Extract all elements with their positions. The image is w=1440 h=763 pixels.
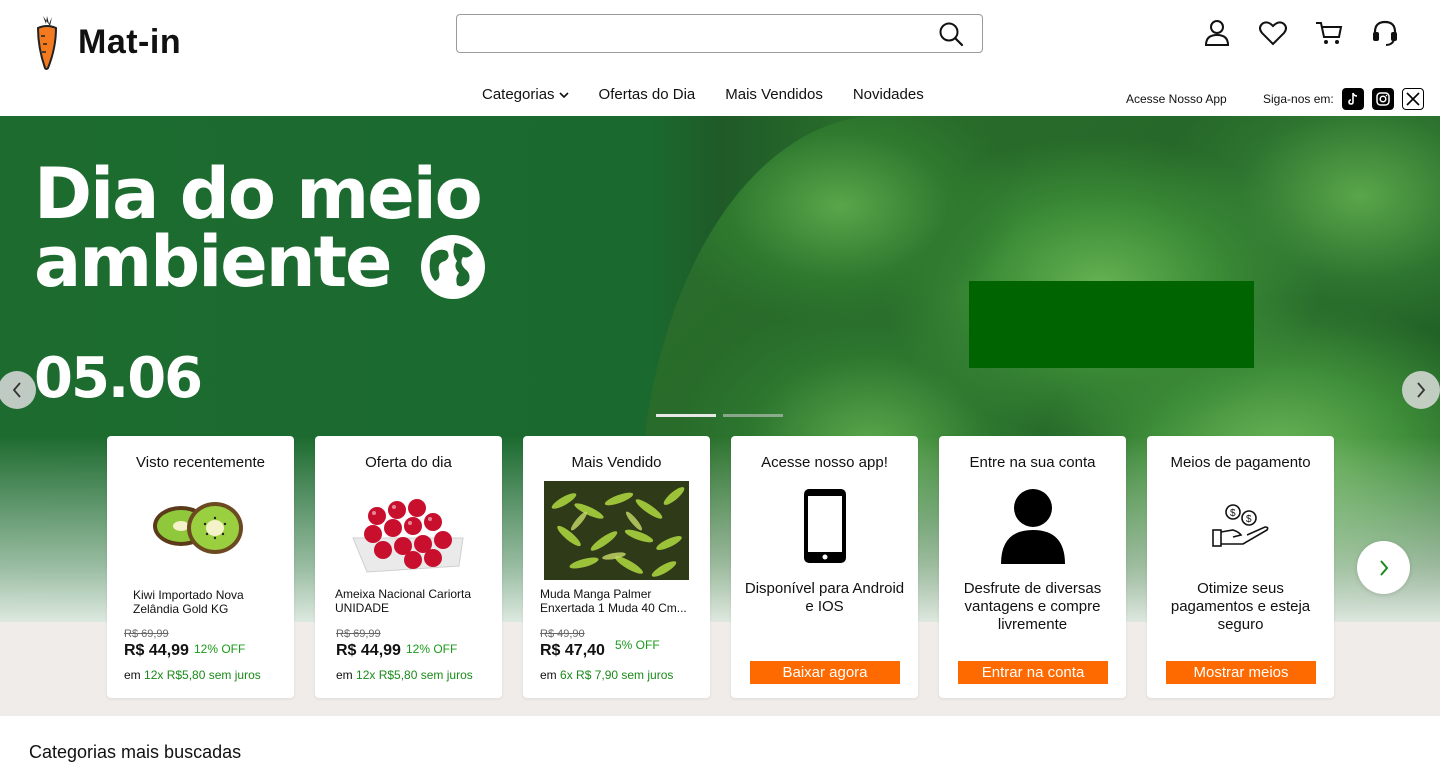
svg-text:$: $ (1246, 514, 1252, 525)
discount-badge: 12% OFF (194, 642, 246, 656)
logo-text: Mat-in (78, 22, 182, 61)
product-name[interactable]: Kiwi Importado Nova Zelândia Gold KG (133, 588, 283, 616)
app-link[interactable]: Acesse Nosso App (1126, 92, 1227, 106)
nav-novidades[interactable]: Novidades (853, 86, 924, 103)
price: R$ 47,40 (540, 642, 605, 659)
search-bar (456, 14, 983, 53)
product-name[interactable]: Muda Manga Palmer Enxertada 1 Muda 40 Cm… (540, 587, 700, 615)
chevron-down-icon (558, 91, 569, 98)
kiwi-image (153, 502, 243, 554)
card-mais-vendido[interactable]: Mais Vendido Muda Manga Palmer Enxertada… (523, 436, 710, 698)
card-acesse-app[interactable]: Acesse nosso app! Disponível para Androi… (731, 436, 918, 698)
discount-badge: 5% OFF (615, 638, 660, 652)
hero-green-box (969, 281, 1254, 368)
svg-text:$: $ (1230, 508, 1236, 519)
search-input[interactable] (467, 15, 927, 49)
header: Mat-in (0, 0, 1440, 72)
instagram-icon[interactable] (1371, 88, 1394, 110)
search-icon[interactable] (938, 21, 964, 47)
card-description: Desfrute de diversas vantagens e compre … (963, 580, 1102, 633)
smartphone-icon (804, 489, 846, 563)
cards-next-button[interactable] (1357, 541, 1410, 594)
heart-icon[interactable] (1258, 18, 1288, 48)
hero-title: Dia do meio ambiente (34, 159, 487, 301)
card-title: Entre na sua conta (969, 454, 1096, 471)
installments: em 12x R$5,80 sem juros (124, 668, 261, 682)
card-title: Acesse nosso app! (761, 454, 888, 471)
plums-image (352, 499, 464, 573)
installments: em 6x R$ 7,90 sem juros (540, 668, 674, 682)
header-actions (1202, 18, 1400, 48)
payment-hand-icon: $ $ (1212, 504, 1269, 547)
old-price: R$ 69,99 (124, 628, 169, 640)
carousel-dot-1[interactable] (656, 414, 716, 417)
user-icon[interactable] (1202, 18, 1232, 48)
price: R$ 44,99 (336, 642, 401, 659)
card-description: Disponível para Android e IOS (744, 580, 905, 615)
card-title: Visto recentemente (136, 454, 265, 471)
card-oferta-do-dia[interactable]: Oferta do dia Ameixa Nacional Cariorta U… (315, 436, 502, 698)
carrot-logo-icon (36, 16, 58, 70)
chevron-right-icon (1417, 382, 1426, 398)
nav-mais-vendidos[interactable]: Mais Vendidos (725, 86, 823, 103)
card-meios-de-pagamento[interactable]: Meios de pagamento $ $ Otimize seus paga… (1147, 436, 1334, 698)
logo[interactable]: Mat-in (34, 14, 181, 70)
globe-icon (420, 234, 485, 299)
card-entre-na-conta[interactable]: Entre na sua conta Desfrute de diversas … (939, 436, 1126, 698)
login-button[interactable]: Entrar na conta (958, 661, 1108, 684)
card-visto-recentemente[interactable]: Visto recentemente Kiwi Importado Nova Z… (107, 436, 294, 698)
card-description: Otimize seus pagamentos e esteja seguro (1170, 580, 1311, 633)
card-title: Mais Vendido (571, 454, 662, 471)
carousel-dot-2[interactable] (723, 414, 783, 417)
cart-icon[interactable] (1314, 18, 1344, 48)
feature-cards: Visto recentemente Kiwi Importado Nova Z… (107, 436, 1334, 698)
mango-seedlings-image (544, 481, 689, 580)
hero-prev-button[interactable] (0, 371, 36, 409)
user-silhouette-icon (1001, 489, 1065, 564)
headset-icon[interactable] (1370, 18, 1400, 48)
nav-categorias[interactable]: Categorias (482, 86, 569, 103)
old-price: R$ 49,90 (540, 628, 585, 640)
download-app-button[interactable]: Baixar agora (750, 661, 900, 684)
show-payment-button[interactable]: Mostrar meios (1166, 661, 1316, 684)
installments: em 12x R$5,80 sem juros (336, 668, 473, 682)
chevron-left-icon (12, 382, 21, 398)
discount-badge: 12% OFF (406, 642, 458, 656)
price: R$ 44,99 (124, 642, 189, 659)
product-name[interactable]: Ameixa Nacional Cariorta UNIDADE (335, 587, 485, 615)
hero-date: 05.06 (34, 346, 203, 411)
hero-next-button[interactable] (1402, 371, 1440, 409)
main-nav: Categorias Ofertas do Dia Mais Vendidos … (0, 72, 1440, 116)
nav-ofertas-do-dia[interactable]: Ofertas do Dia (599, 86, 696, 103)
follow-label: Siga-nos em: (1263, 92, 1334, 106)
social-links: Siga-nos em: (1263, 88, 1424, 110)
tiktok-icon[interactable] (1341, 88, 1364, 110)
old-price: R$ 69,99 (336, 628, 381, 640)
x-icon[interactable] (1401, 88, 1424, 110)
chevron-right-icon (1379, 559, 1388, 576)
card-title: Oferta do dia (365, 454, 452, 471)
card-title: Meios de pagamento (1170, 454, 1311, 471)
carousel-dots (656, 414, 783, 417)
